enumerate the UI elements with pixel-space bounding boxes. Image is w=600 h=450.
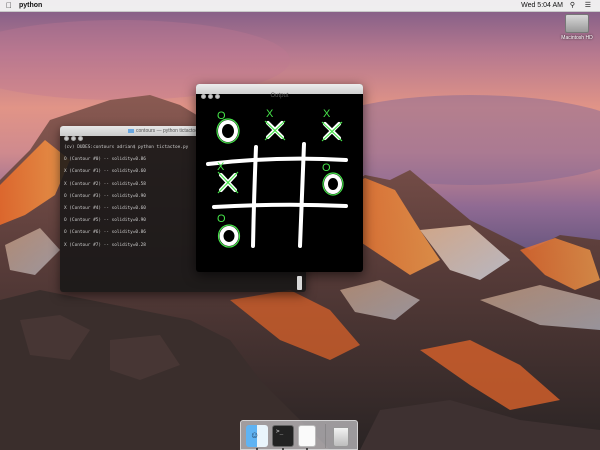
cell-label: X <box>266 108 274 120</box>
tictactoe-board: O X X X O O <box>206 108 348 248</box>
close-button[interactable] <box>64 136 69 141</box>
cell-label: O <box>217 110 226 122</box>
menubar-clock[interactable]: Wed 5:04 AM <box>521 0 563 11</box>
disk-label: Macintosh HD <box>561 35 593 41</box>
app-menu-python[interactable]: python <box>19 0 42 11</box>
finder-icon[interactable]: ☺ <box>246 425 268 447</box>
document-icon[interactable] <box>298 425 316 447</box>
spotlight-search-icon[interactable]: ⚲ <box>570 0 575 11</box>
cell-label: X <box>323 108 331 120</box>
terminal-prompt-glyph: >_ <box>276 428 284 435</box>
o-mark <box>218 120 238 142</box>
zoom-button[interactable] <box>78 136 83 141</box>
window-controls <box>64 128 85 146</box>
dock-separator <box>325 424 326 448</box>
contour-outline <box>217 171 239 194</box>
dock: ☺ >_ <box>240 420 358 450</box>
grid-line <box>212 202 348 209</box>
finder-face-icon: ☺ <box>250 430 260 440</box>
o-mark <box>324 174 342 194</box>
terminal-scrollbar[interactable] <box>297 276 302 290</box>
terminal-title: contours — python tictactoe.py <box>128 126 205 136</box>
hard-drive-icon <box>565 14 589 33</box>
o-mark <box>219 226 239 246</box>
trash-icon[interactable] <box>333 427 349 447</box>
notification-list-icon[interactable]: ☰ <box>585 0 591 11</box>
folder-icon <box>128 128 134 133</box>
terminal-title-text: contours — python tictactoe.py <box>136 128 205 134</box>
output-window[interactable]: Output O X X X O O <box>196 84 363 272</box>
apple-menu-icon[interactable]:  <box>6 0 12 11</box>
macintosh-hd-disk[interactable]: Macintosh HD <box>556 14 598 54</box>
cell-label: X <box>217 161 225 173</box>
menu-bar:  python Wed 5:04 AM ⚲ ☰ <box>0 0 600 12</box>
desktop:  python Wed 5:04 AM ⚲ ☰ Macintosh HD co… <box>0 0 600 450</box>
output-titlebar[interactable]: Output <box>196 84 363 99</box>
minimize-button[interactable] <box>71 136 76 141</box>
contour-outline <box>321 121 343 142</box>
terminal-icon[interactable]: >_ <box>272 425 294 447</box>
cell-label: O <box>217 213 226 225</box>
contour-outline <box>264 120 286 141</box>
cell-label: O <box>322 162 331 174</box>
